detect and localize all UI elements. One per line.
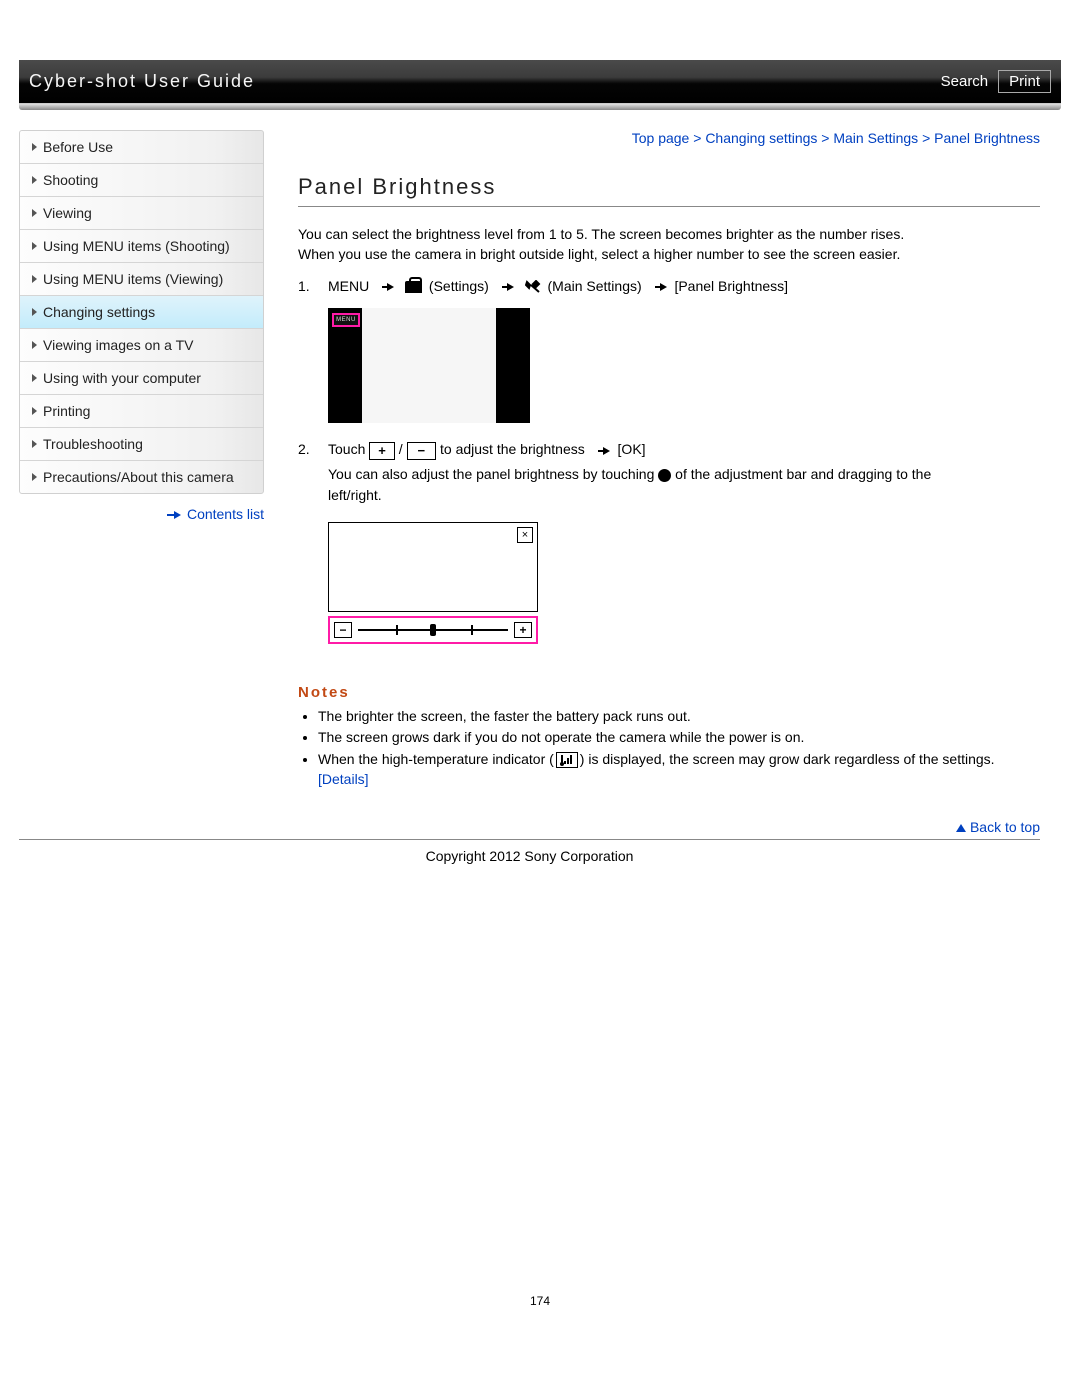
sidebar-item-viewing[interactable]: Viewing xyxy=(20,197,263,230)
arrow-right-icon xyxy=(507,283,514,291)
chevron-right-icon xyxy=(32,209,37,217)
intro-line1: You can select the brightness level from… xyxy=(298,225,1040,245)
step1-settings: (Settings) xyxy=(429,278,489,294)
chevron-right-icon xyxy=(32,341,37,349)
chevron-right-icon xyxy=(32,440,37,448)
sidebar-item-printing[interactable]: Printing xyxy=(20,395,263,428)
nav-list: Before Use Shooting Viewing Using MENU i… xyxy=(19,130,264,494)
sidebar-item-shooting[interactable]: Shooting xyxy=(20,164,263,197)
camera-screen-illustration-2: × − + xyxy=(328,522,538,644)
sidebar-item-menu-viewing[interactable]: Using MENU items (Viewing) xyxy=(20,263,263,296)
intro-line2: When you use the camera in bright outsid… xyxy=(298,245,1040,265)
step-1: 1. MENU (Settings) (Main Settings) [Pane… xyxy=(298,278,1040,294)
contents-list-link[interactable]: Contents list xyxy=(187,506,264,522)
sidebar-item-precautions[interactable]: Precautions/About this camera xyxy=(20,461,263,493)
arrow-right-icon xyxy=(660,283,667,291)
sidebar-item-label: Changing settings xyxy=(43,304,155,320)
step2-line2c: left/right. xyxy=(328,485,1040,506)
arrow-right-icon xyxy=(603,447,610,455)
sidebar-item-label: Using MENU items (Shooting) xyxy=(43,238,230,254)
plus-icon: + xyxy=(514,622,532,638)
slider-highlight-icon: − + xyxy=(328,616,538,644)
chevron-right-icon xyxy=(32,473,37,481)
note-item: When the high-temperature indicator ( ) i… xyxy=(318,750,1040,789)
print-button[interactable]: Print xyxy=(998,70,1051,93)
close-x-icon: × xyxy=(517,527,533,543)
step1-menu: MENU xyxy=(328,278,369,294)
back-to-top-link[interactable]: Back to top xyxy=(970,819,1040,835)
note-item: The brighter the screen, the faster the … xyxy=(318,707,1040,727)
page-number: 174 xyxy=(0,1294,1080,1308)
step2-touch: Touch xyxy=(328,441,365,457)
chevron-right-icon xyxy=(32,275,37,283)
chevron-right-icon xyxy=(32,242,37,250)
menu-highlight-icon: MENU xyxy=(332,313,360,327)
step-number: 2. xyxy=(298,441,318,505)
sidebar-item-label: Using with your computer xyxy=(43,370,201,386)
sidebar-item-label: Shooting xyxy=(43,172,98,188)
note3-a: When the high-temperature indicator ( xyxy=(318,751,554,767)
sidebar-item-label: Viewing images on a TV xyxy=(43,337,193,353)
step-2: 2. Touch + / − to adjust the brightness … xyxy=(298,441,1040,505)
step-number: 1. xyxy=(298,278,318,294)
breadcrumb-changing[interactable]: Changing settings xyxy=(705,130,817,146)
sidebar-item-label: Viewing xyxy=(43,205,92,221)
sidebar-item-label: Before Use xyxy=(43,139,113,155)
toolbox-icon xyxy=(405,281,422,293)
sidebar-item-before-use[interactable]: Before Use xyxy=(20,131,263,164)
note3-b: ) is displayed, the screen may grow dark… xyxy=(580,751,995,767)
notes-heading: Notes xyxy=(298,684,1040,701)
notes-list: The brighter the screen, the faster the … xyxy=(302,707,1040,789)
chevron-right-icon xyxy=(32,176,37,184)
sidebar-item-menu-shooting[interactable]: Using MENU items (Shooting) xyxy=(20,230,263,263)
step1-target: [Panel Brightness] xyxy=(674,278,788,294)
step2-line2b: of the adjustment bar and dragging to th… xyxy=(675,466,931,482)
minus-icon: − xyxy=(334,622,352,638)
chevron-right-icon xyxy=(32,374,37,382)
sidebar-item-viewing-tv[interactable]: Viewing images on a TV xyxy=(20,329,263,362)
sidebar-item-label: Using MENU items (Viewing) xyxy=(43,271,223,287)
sidebar-item-computer[interactable]: Using with your computer xyxy=(20,362,263,395)
details-link[interactable]: [Details] xyxy=(318,771,369,787)
sidebar-item-label: Troubleshooting xyxy=(43,436,143,452)
sidebar-item-label: Precautions/About this camera xyxy=(43,469,234,485)
breadcrumb: Top page > Changing settings > Main Sett… xyxy=(298,130,1040,146)
step2-ok: [OK] xyxy=(618,441,646,457)
step2-line2a: You can also adjust the panel brightness… xyxy=(328,466,654,482)
camera-screen-illustration-1: MENU xyxy=(328,308,530,423)
chevron-right-icon xyxy=(32,143,37,151)
app-title: Cyber-shot User Guide xyxy=(29,71,255,92)
note-item: The screen grows dark if you do not oper… xyxy=(318,728,1040,748)
sidebar-item-label: Printing xyxy=(43,403,90,419)
intro-text: You can select the brightness level from… xyxy=(298,225,1040,264)
wrench-icon xyxy=(525,280,541,294)
sidebar-item-troubleshooting[interactable]: Troubleshooting xyxy=(20,428,263,461)
chevron-right-icon xyxy=(32,407,37,415)
plus-button-icon: + xyxy=(369,442,395,460)
step2-slash: / xyxy=(395,441,407,457)
breadcrumb-top[interactable]: Top page xyxy=(632,130,690,146)
header-bar: Cyber-shot User Guide Search Print xyxy=(19,60,1061,104)
step2-adjust: to adjust the brightness xyxy=(440,441,585,457)
copyright-text: Copyright 2012 Sony Corporation xyxy=(19,848,1040,864)
sidebar-item-changing-settings[interactable]: Changing settings xyxy=(20,296,263,329)
minus-button-icon: − xyxy=(407,442,437,460)
slider-handle-icon xyxy=(658,469,671,482)
breadcrumb-current: Panel Brightness xyxy=(934,130,1040,146)
page-title: Panel Brightness xyxy=(298,174,1040,207)
chevron-right-icon xyxy=(32,308,37,316)
breadcrumb-main-settings[interactable]: Main Settings xyxy=(833,130,918,146)
up-triangle-icon xyxy=(956,824,966,832)
arrow-right-icon xyxy=(387,283,394,291)
temperature-warning-icon xyxy=(556,752,578,768)
step1-main-settings: (Main Settings) xyxy=(548,278,642,294)
arrow-right-icon xyxy=(174,511,181,519)
search-link[interactable]: Search xyxy=(941,73,989,90)
